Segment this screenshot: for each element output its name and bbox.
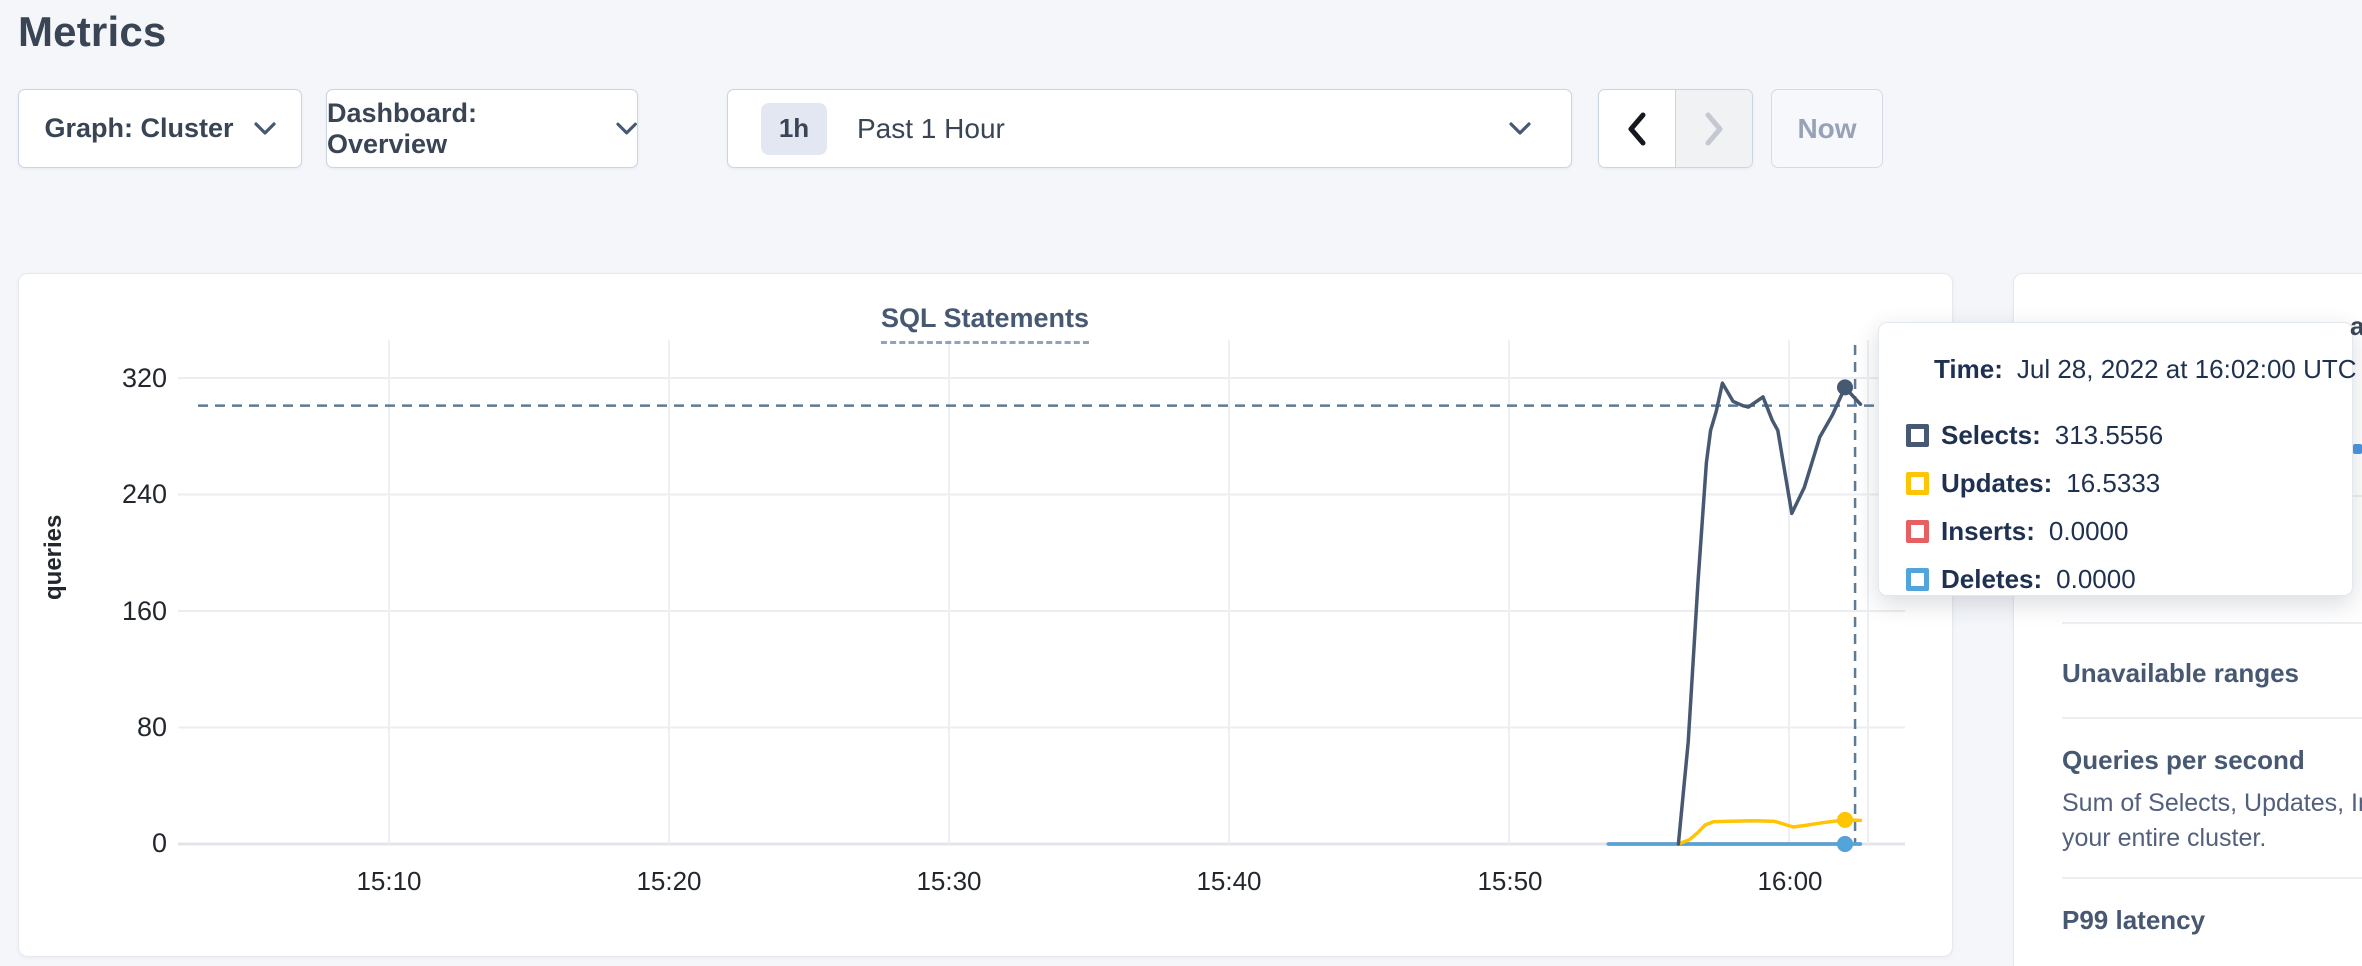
tooltip-series-value: 0.0000 bbox=[2056, 564, 2136, 595]
x-tick-label: 15:50 bbox=[1445, 866, 1575, 897]
tooltip-row-inserts: Inserts: 0.0000 bbox=[1906, 514, 2128, 548]
tooltip-series-value: 16.5333 bbox=[2066, 468, 2160, 499]
tooltip-row-updates: Updates: 16.5333 bbox=[1906, 466, 2160, 500]
tooltip-series-value: 0.0000 bbox=[2049, 516, 2129, 547]
inserts-swatch-icon bbox=[1906, 520, 1929, 543]
x-tick-label: 15:40 bbox=[1164, 866, 1294, 897]
y-tick-label: 0 bbox=[47, 828, 167, 859]
x-tick-label: 16:00 bbox=[1725, 866, 1855, 897]
tooltip-series-label: Updates: bbox=[1941, 468, 2052, 499]
y-tick-label: 240 bbox=[47, 479, 167, 510]
tooltip-series-value: 313.5556 bbox=[2055, 420, 2163, 451]
selects-swatch-icon bbox=[1906, 424, 1929, 447]
tooltip-series-label: Deletes: bbox=[1941, 564, 2042, 595]
tooltip-series-label: Selects: bbox=[1941, 420, 2041, 451]
tooltip-time-label: Time: bbox=[1934, 354, 2003, 384]
updates-swatch-icon bbox=[1906, 472, 1929, 495]
chart-title[interactable]: SQL Statements bbox=[881, 303, 1089, 344]
y-tick-label: 80 bbox=[47, 712, 167, 743]
obscured-heading-fragment: a bbox=[2350, 311, 2362, 342]
tooltip-row-deletes: Deletes: 0.0000 bbox=[1906, 562, 2136, 596]
x-tick-label: 15:30 bbox=[884, 866, 1014, 897]
x-tick-label: 15:20 bbox=[604, 866, 734, 897]
tooltip-series-label: Inserts: bbox=[1941, 516, 2035, 547]
y-tick-label: 160 bbox=[47, 596, 167, 627]
tooltip-time: Time: Jul 28, 2022 at 16:02:00 UTC bbox=[1934, 354, 2357, 385]
x-tick-label: 15:10 bbox=[324, 866, 454, 897]
y-tick-label: 320 bbox=[47, 363, 167, 394]
deletes-swatch-icon bbox=[1906, 568, 1929, 591]
chart-hover-tooltip: Time:Jul 28, 2022 at 16:02:00 UTC Select… bbox=[1878, 322, 2353, 596]
obscured-link-fragment bbox=[2353, 444, 2362, 454]
tooltip-time-value: Jul 28, 2022 at 16:02:00 UTC bbox=[2017, 354, 2357, 384]
tooltip-row-selects: Selects: 313.5556 bbox=[1906, 418, 2163, 452]
